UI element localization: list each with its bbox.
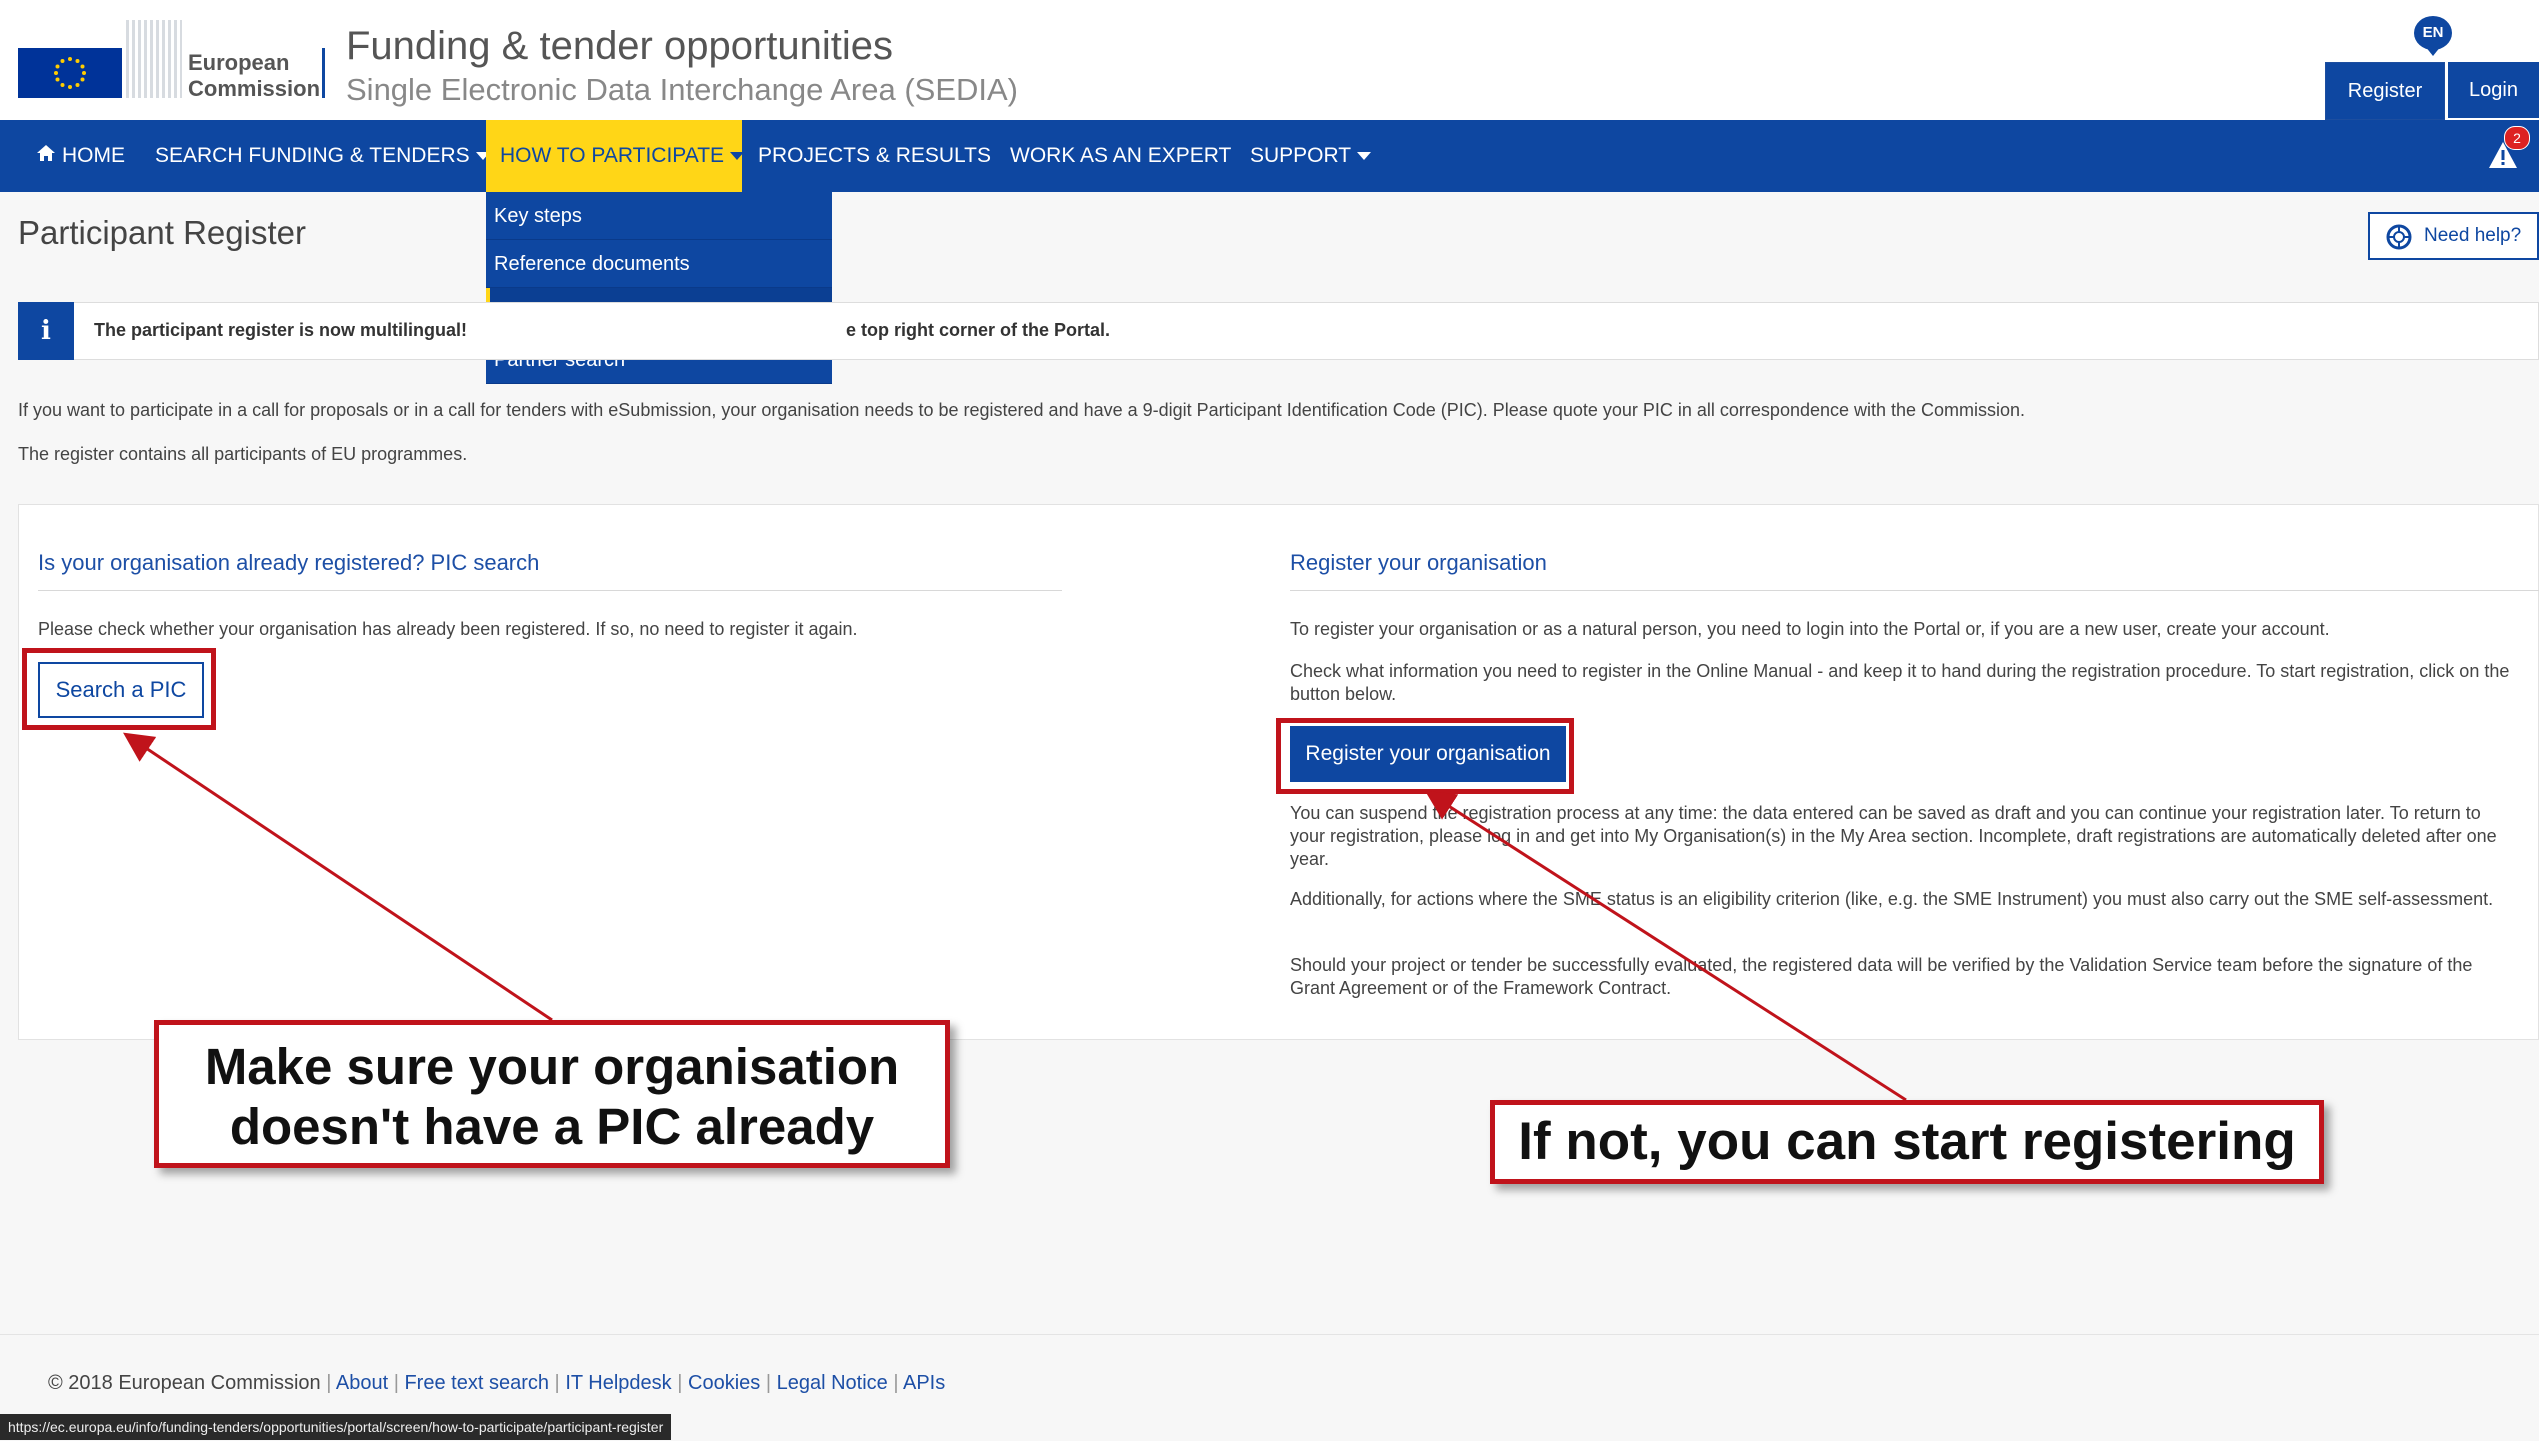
site-title[interactable]: Funding & tender opportunities (346, 24, 893, 69)
nav-home-label: HOME (62, 144, 125, 167)
register-org-text-2: Check what information you need to regis… (1290, 661, 2510, 704)
intro-paragraph: If you want to participate in a call for… (18, 400, 2026, 420)
status-bar-url: https://ec.europa.eu/info/funding-tender… (0, 1414, 672, 1440)
nav-search-label: SEARCH FUNDING & TENDERS (155, 144, 470, 167)
nav-projects-results[interactable]: PROJECTS & RESULTS (758, 120, 991, 192)
header-divider (322, 48, 325, 98)
annotation-callout-left: Make sure your organisation doesn't have… (154, 1020, 950, 1168)
nav-home[interactable]: HOME (36, 120, 125, 192)
notification-badge: 2 (2504, 126, 2530, 150)
info-icon: i (18, 302, 74, 360)
login-button[interactable]: Login (2448, 62, 2539, 118)
eu-stars-icon (54, 57, 86, 89)
divider (1290, 590, 2539, 591)
nav-how-to-participate[interactable]: HOW TO PARTICIPATE (486, 120, 745, 192)
ec-wordmark-line1: European (188, 50, 290, 75)
nav-support[interactable]: SUPPORT (1250, 120, 1372, 192)
page-title: Participant Register (18, 214, 306, 251)
footer-link-cookies[interactable]: Cookies (688, 1372, 760, 1394)
footer-link-legal-notice[interactable]: Legal Notice (777, 1372, 888, 1394)
site-subtitle: Single Electronic Data Interchange Area … (346, 72, 1019, 107)
home-icon (36, 120, 56, 192)
footer-link-it-helpdesk[interactable]: IT Helpdesk (565, 1372, 671, 1394)
info-banner-text-end: e top right corner of the Portal. (846, 320, 1111, 340)
ec-wordmark-line2: Commission (188, 76, 321, 101)
register-org-text-5: Should your project or tender be success… (1290, 955, 2473, 998)
footer-link-apis[interactable]: APIs (903, 1372, 945, 1394)
register-org-text-1: To register your organisation or as a na… (1290, 619, 2330, 639)
annotation-highlight-search (22, 648, 216, 730)
annotation-callout-right: If not, you can start registering (1490, 1100, 2324, 1184)
info-banner-text: The participant register is now multilin… (94, 320, 468, 340)
ec-building-logo (126, 20, 182, 98)
nav-how-label: HOW TO PARTICIPATE (500, 144, 725, 167)
register-org-text-3: You can suspend the registration process… (1290, 803, 2497, 869)
language-selector[interactable]: EN (2414, 16, 2452, 50)
nav-search-funding[interactable]: SEARCH FUNDING & TENDERS (155, 120, 490, 192)
register-scope-paragraph: The register contains all participants o… (18, 444, 468, 464)
ec-wordmark[interactable]: European Commission (188, 50, 320, 102)
pic-search-text: Please check whether your organisation h… (38, 619, 858, 639)
register-org-text-4: Additionally, for actions where the SME … (1290, 889, 2494, 909)
register-org-heading: Register your organisation (1290, 550, 1547, 575)
footer-links: © 2018 European Commission | About | Fre… (48, 1372, 946, 1394)
lifebuoy-icon (2386, 224, 2412, 250)
divider (38, 590, 1062, 591)
chevron-down-icon (730, 152, 745, 161)
register-button[interactable]: Register (2325, 62, 2445, 120)
annotation-highlight-register (1276, 718, 1574, 794)
nav-work-as-expert[interactable]: WORK AS AN EXPERT (1010, 120, 1231, 192)
chevron-down-icon (1357, 152, 1372, 161)
pic-search-heading: Is your organisation already registered?… (38, 550, 540, 575)
menu-item-key-steps[interactable]: Key steps (486, 192, 832, 240)
language-bubble-tail (2425, 46, 2441, 56)
menu-item-reference-documents[interactable]: Reference documents (486, 240, 832, 288)
footer-link-about[interactable]: About (336, 1372, 388, 1394)
footer-link-free-text-search[interactable]: Free text search (404, 1372, 549, 1394)
copyright-text: © 2018 European Commission (48, 1372, 321, 1394)
nav-support-label: SUPPORT (1250, 144, 1352, 167)
